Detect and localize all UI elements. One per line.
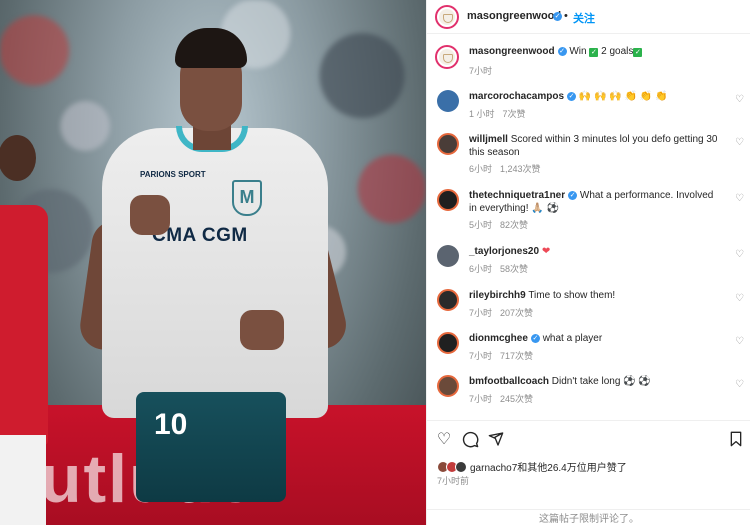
comment-username[interactable]: thetechniquetra1ner — [469, 190, 565, 201]
comment-username[interactable]: rileybirchh9 — [469, 290, 526, 301]
like-heart-icon[interactable]: ♡ — [435, 431, 453, 449]
verified-badge-icon: ✓ — [553, 12, 562, 21]
comment-text: 🙌 🙌 🙌 👏 👏 👏 — [578, 91, 668, 102]
caption-username[interactable]: masongreenwood — [469, 46, 555, 57]
comment-likes[interactable]: 207次赞 — [500, 308, 533, 318]
club-crest-icon: M — [232, 180, 262, 216]
caption-time: 7小时 — [469, 66, 493, 76]
comment-text: ❤ — [541, 246, 551, 257]
post-photo[interactable]: utlude PARIONS SPORT M CMA CGM 10 — [0, 0, 426, 525]
opponent-player — [0, 130, 50, 525]
comment-like-heart-icon[interactable]: ♡ — [735, 336, 744, 347]
verified-badge-icon: ✓ — [567, 92, 577, 101]
likes-summary[interactable]: garnacho7和其他26.4万位用户赞了 — [437, 459, 627, 474]
comment-time: 5小时 — [469, 220, 493, 230]
post-actions: ♡ garnacho7和其他26.4万位用户赞了 7小时前 这篇帖子限制评论了。 — [427, 420, 750, 525]
commenter-avatar[interactable] — [437, 332, 459, 354]
comment-time: 7小时 — [469, 308, 493, 318]
comments-disabled-notice: 这篇帖子限制评论了。 — [427, 509, 750, 525]
check-mark-icon: ✓ — [589, 48, 599, 57]
follow-button[interactable]: 关注 — [573, 10, 595, 26]
comment-text: Time to show them! — [528, 290, 616, 301]
commenter-avatar[interactable] — [437, 90, 459, 112]
commenter-avatar[interactable] — [437, 245, 459, 267]
comment-likes[interactable]: 1,243次赞 — [500, 164, 541, 174]
caption-text: Win — [569, 46, 587, 57]
jersey-partner-badge: PARIONS SPORT — [140, 170, 206, 179]
separator-dot: • — [564, 10, 568, 22]
comment-time: 7小时 — [469, 351, 493, 361]
post-side-panel: masongreenwood ✓ • 关注 masongreenwood ✓ Wi… — [426, 0, 750, 525]
comment-username[interactable]: dionmcghee — [469, 333, 528, 344]
comment-like-heart-icon[interactable]: ♡ — [735, 249, 744, 260]
comment-time: 7小时 — [469, 394, 493, 404]
caption-goals: 2 goals — [601, 46, 634, 57]
comment-username[interactable]: bmfootballcoach — [469, 376, 549, 387]
comment-text: Didn't take long ⚽ ⚽ — [551, 376, 651, 387]
comment-likes[interactable]: 7次赞 — [503, 109, 526, 119]
post-header: masongreenwood ✓ • 关注 — [427, 0, 750, 34]
post-timestamp: 7小时前 — [437, 476, 470, 486]
comment-likes[interactable]: 58次赞 — [500, 264, 528, 274]
comment-like-heart-icon[interactable]: ♡ — [735, 94, 744, 105]
player-hair — [175, 28, 247, 68]
commenter-avatar[interactable] — [437, 375, 459, 397]
liker-avatars — [437, 461, 467, 473]
comment-like-heart-icon[interactable]: ♡ — [735, 193, 744, 204]
commenter-avatar[interactable] — [437, 189, 459, 211]
player-jersey — [102, 128, 328, 418]
author-avatar[interactable] — [435, 5, 459, 29]
comment-like-heart-icon[interactable]: ♡ — [735, 379, 744, 390]
commenter-avatar[interactable] — [437, 289, 459, 311]
comment-bubble-icon[interactable] — [461, 431, 479, 449]
comment-username[interactable]: willjmell — [469, 134, 508, 145]
paper-plane-icon[interactable] — [487, 431, 505, 449]
comment-username[interactable]: _taylorjones20 — [469, 246, 539, 257]
shirt-number: 10 — [154, 408, 188, 441]
verified-badge-icon: ✓ — [557, 47, 567, 56]
author-avatar[interactable] — [435, 45, 459, 69]
check-mark-icon: ✓ — [633, 48, 643, 57]
comment-likes[interactable]: 245次赞 — [500, 394, 533, 404]
comment-username[interactable]: marcorochacampos — [469, 91, 564, 102]
author-username[interactable]: masongreenwood — [467, 10, 561, 22]
comment-like-heart-icon[interactable]: ♡ — [735, 293, 744, 304]
comment-time: 1 小时 — [469, 109, 495, 119]
comments-list[interactable]: masongreenwood ✓ Win ✓ 2 goals ✓ 7小时 marco… — [427, 35, 750, 420]
comment-like-heart-icon[interactable]: ♡ — [735, 137, 744, 148]
verified-badge-icon: ✓ — [530, 334, 540, 343]
comment-likes[interactable]: 82次赞 — [500, 220, 528, 230]
comment-likes[interactable]: 717次赞 — [500, 351, 533, 361]
likes-text: garnacho7和其他26.4万位用户赞了 — [470, 463, 627, 474]
comment-time: 6小时 — [469, 164, 493, 174]
commenter-avatar[interactable] — [437, 133, 459, 155]
verified-badge-icon: ✓ — [568, 191, 578, 200]
comment-time: 6小时 — [469, 264, 493, 274]
comment-text: what a player — [542, 333, 603, 344]
bookmark-icon[interactable] — [727, 431, 745, 449]
player-figure: PARIONS SPORT M CMA CGM 10 — [77, 20, 360, 525]
